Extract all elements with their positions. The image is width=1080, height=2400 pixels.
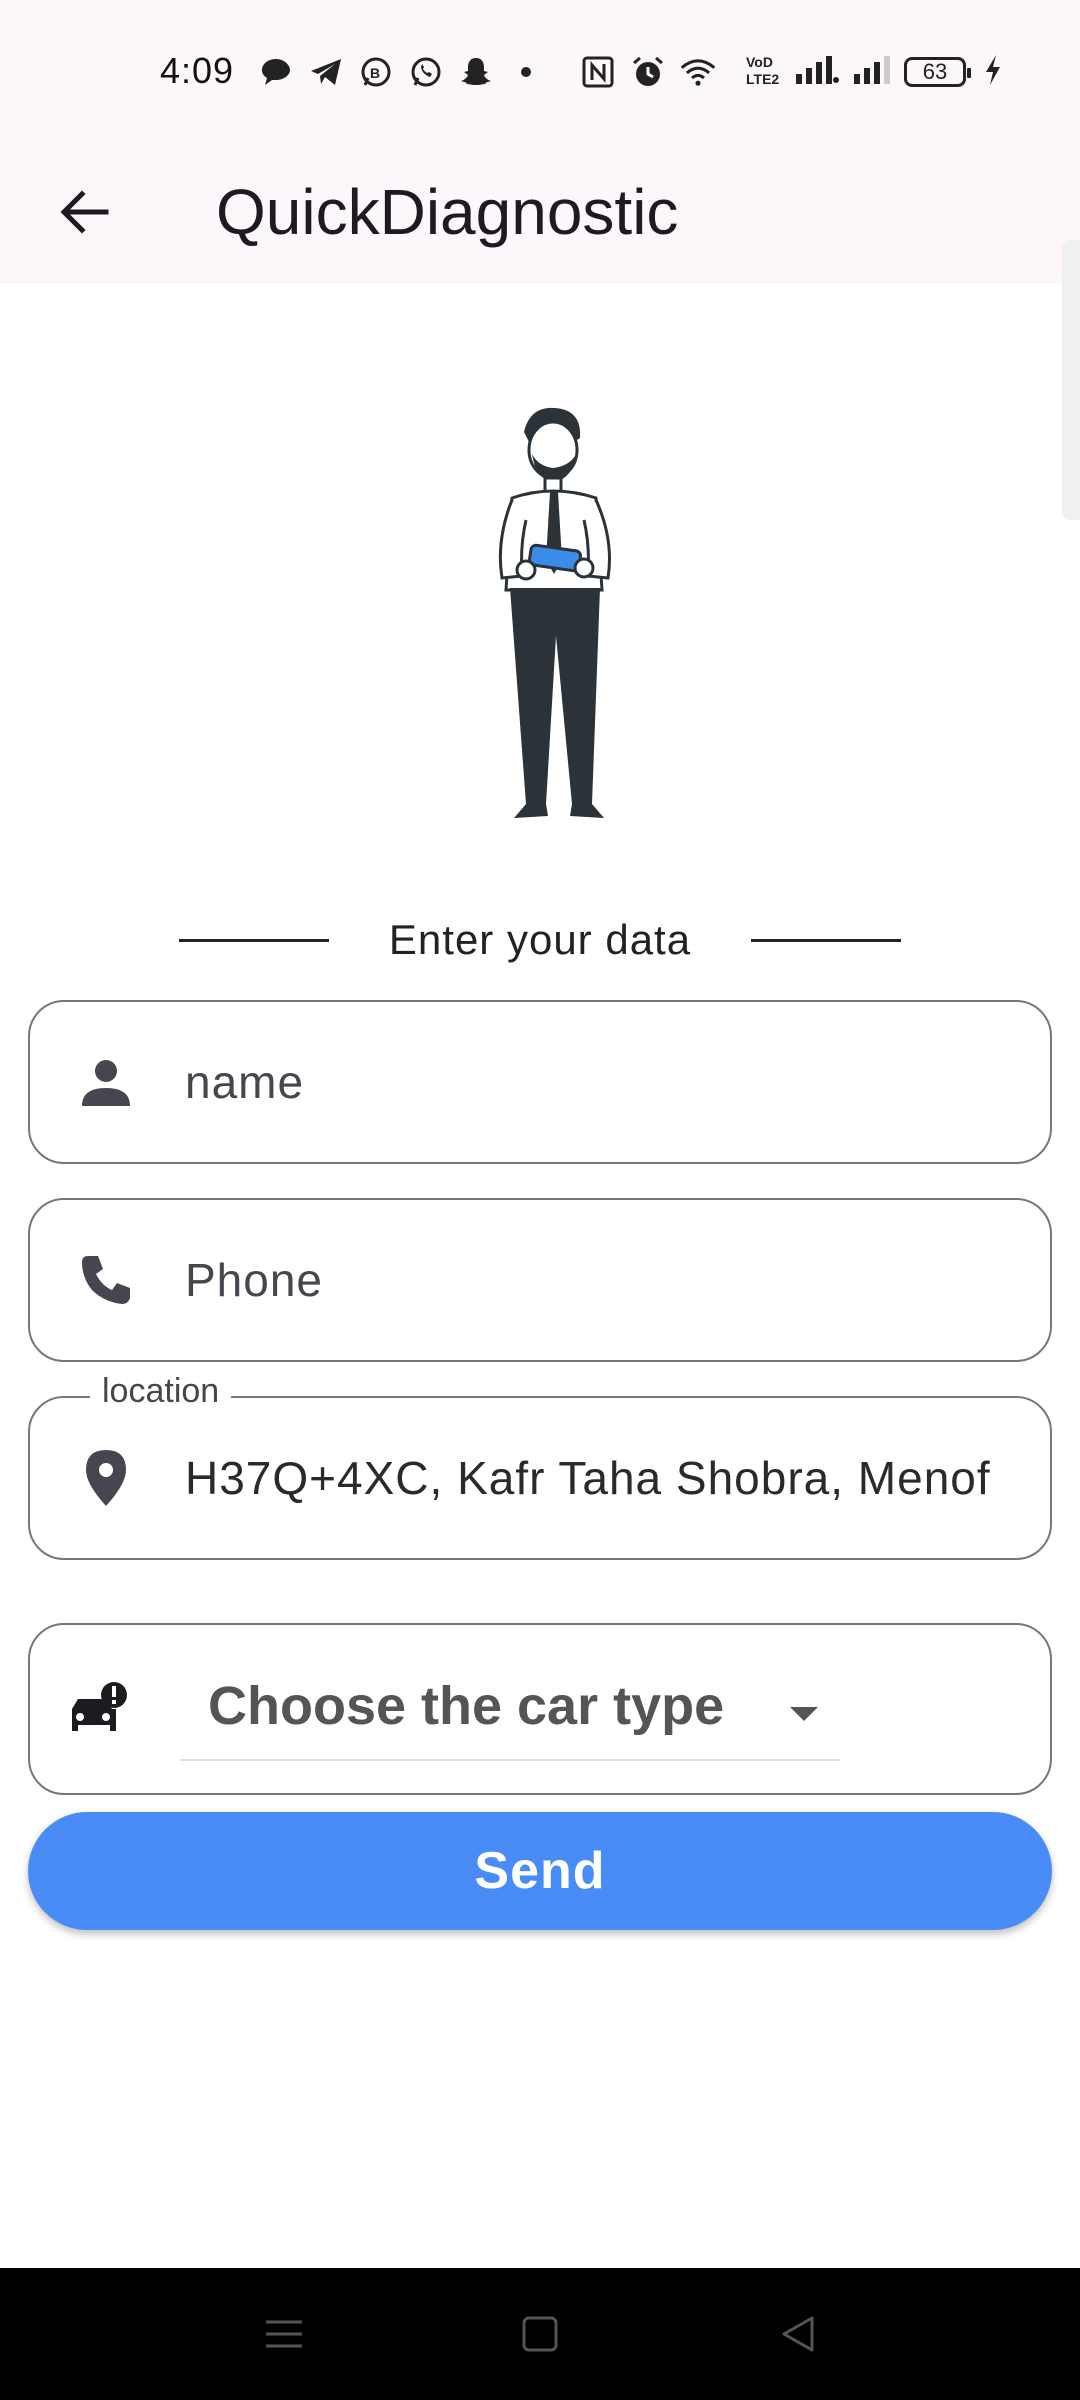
scrollbar[interactable] (1062, 240, 1080, 520)
whatsapp-icon (408, 54, 444, 90)
back-button[interactable] (40, 168, 128, 256)
man-with-phone-illustration (460, 400, 640, 840)
heading-divider-left (178, 938, 329, 942)
person-icon (74, 1050, 138, 1114)
arrow-back-icon (60, 190, 109, 234)
whatsapp-business-icon: B (358, 54, 394, 90)
recent-apps-button[interactable] (262, 2312, 306, 2356)
status-system-icons: VoD LTE2 63 (744, 50, 1002, 94)
signal-icon (852, 54, 892, 91)
status-bar: 4:09 B VoD LTE2 63 (0, 0, 1080, 140)
dot-icon (508, 54, 544, 90)
name-input-placeholder: name (185, 1056, 305, 1108)
page-title: QuickDiagnostic (216, 176, 679, 248)
volte-icon: VoD LTE2 (744, 53, 782, 92)
battery-icon: 63 (904, 57, 971, 87)
section-heading: Enter your data (160, 908, 920, 972)
home-button[interactable] (518, 2312, 562, 2356)
car-type-dropdown[interactable]: Choose the car type (180, 1665, 840, 1761)
section-heading-text: Enter your data (388, 916, 692, 963)
phone-input-placeholder: Phone (185, 1254, 324, 1306)
snapchat-icon (458, 54, 494, 90)
menu-icon (266, 2320, 302, 2348)
car-alert-icon (66, 1677, 130, 1741)
phone-icon (74, 1248, 138, 1312)
status-notification-icons: B (258, 50, 716, 94)
svg-text:LTE2: LTE2 (746, 71, 779, 87)
app-bar: QuickDiagnostic (0, 140, 1080, 284)
location-field[interactable]: location H37Q+4XC, Kafr Taha Shobra, Men… (28, 1372, 1052, 1560)
dropdown-arrow-icon (790, 1707, 818, 1721)
system-navigation-bar (0, 2268, 1080, 2400)
signal-icon (794, 54, 840, 91)
status-time: 4:09 (160, 50, 235, 91)
triangle-back-icon (782, 2316, 814, 2352)
phone-field[interactable]: Phone (28, 1198, 1052, 1362)
location-input-value: H37Q+4XC, Kafr Taha Shobra, Menof (185, 1452, 991, 1504)
location-pin-icon (74, 1446, 138, 1510)
charging-icon (984, 53, 1002, 92)
telegram-icon (308, 54, 344, 90)
car-type-placeholder: Choose the car type (208, 1676, 725, 1736)
send-button[interactable]: Send (28, 1812, 1052, 1930)
system-back-button[interactable] (776, 2312, 820, 2356)
svg-text:B: B (370, 65, 380, 81)
alarm-icon (630, 54, 666, 90)
svg-text:VoD: VoD (746, 54, 773, 70)
chat-bubble-icon (258, 54, 294, 90)
nfc-icon (580, 54, 616, 90)
name-field[interactable]: name (28, 1000, 1052, 1164)
car-type-field: Choose the car type (28, 1623, 1052, 1795)
location-label: location (90, 1372, 232, 1411)
wifi-icon (680, 54, 716, 90)
square-icon (522, 2316, 558, 2352)
heading-divider-right (751, 938, 902, 942)
